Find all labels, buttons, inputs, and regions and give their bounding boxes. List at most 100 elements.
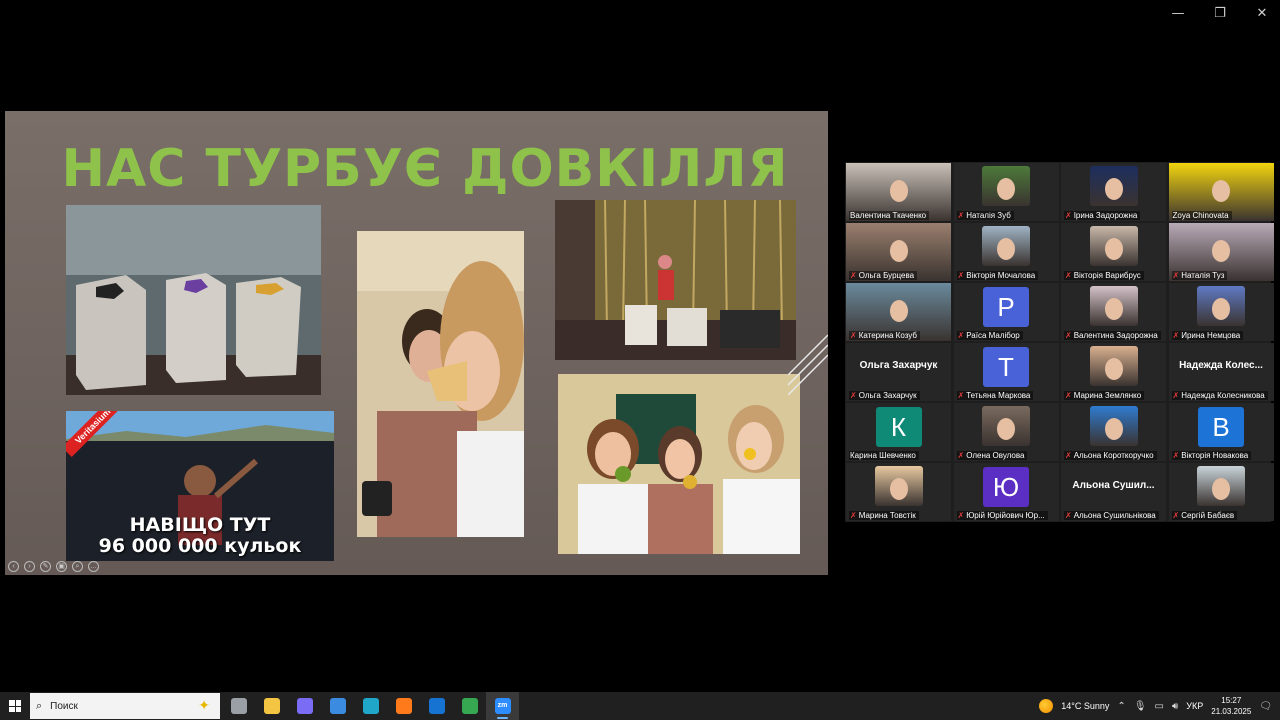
participant-name: Вікторія Новакова <box>1181 451 1249 460</box>
face-shape <box>997 418 1015 440</box>
veritasium-video-thumbnail[interactable]: Veritasium НАВІЩО ТУТ 96 000 000 кульок <box>66 411 334 561</box>
participant-gallery: Валентина Ткаченко ✗ Наталія Зуб ✗ Ірина Зад… <box>845 162 1274 522</box>
taskbar-store-button[interactable] <box>321 692 354 720</box>
chevron-up-icon[interactable]: ⌃ <box>1117 701 1125 712</box>
muted-mic-icon: ✗ <box>957 331 965 340</box>
participant-tile[interactable]: ✗ Альона Короткоручко <box>1061 403 1166 461</box>
avatar-letter: В <box>1198 407 1244 447</box>
participant-photo <box>874 466 923 506</box>
face-shape <box>1104 238 1123 260</box>
participant-tile[interactable]: Р ✗ Раїса Малібор <box>953 283 1059 341</box>
taskbar-file-explorer-button[interactable] <box>255 692 288 720</box>
participant-name-label: ✗ Катерина Козуб <box>849 331 920 340</box>
muted-mic-icon: ✗ <box>957 271 965 280</box>
next-slide-icon[interactable]: › <box>24 561 35 572</box>
taskbar-chrome-button[interactable] <box>453 692 486 720</box>
decorative-lines <box>788 334 828 395</box>
participant-photo <box>982 226 1030 266</box>
participant-photo <box>1089 346 1138 386</box>
notifications-icon[interactable]: 🗨︎ <box>1259 701 1272 712</box>
face-shape <box>889 300 908 323</box>
shared-slide: НАС ТУРБУЄ ДОВКІЛЛЯ Veritasium НАВІЩО ТУ… <box>5 111 828 575</box>
zoom-icon[interactable]: ⌕ <box>72 561 83 572</box>
participant-photo <box>1197 286 1245 326</box>
participant-name: Тетьяна Маркова <box>966 391 1031 400</box>
volume-icon[interactable]: 🔊︎ <box>1172 701 1178 712</box>
students-drinking-photo <box>357 231 524 537</box>
taskbar-search[interactable]: ⌕ Поиск ✦ <box>30 693 220 719</box>
participant-tile[interactable]: ✗ Наталія Туз <box>1168 223 1274 281</box>
participant-tile[interactable]: ✗ Марина Землянко <box>1061 343 1166 401</box>
minimize-button[interactable]: — <box>1168 6 1188 21</box>
see-all-slides-icon[interactable]: ▣ <box>56 561 67 572</box>
participant-name-label: ✗ Альона Короткоручко <box>1064 451 1157 460</box>
clock[interactable]: 15:27 21.03.2025 <box>1211 695 1251 717</box>
participant-tile[interactable]: Валентина Ткаченко <box>846 163 951 221</box>
participant-tile[interactable]: Альона Сушил... ✗ Альона Сушильнікова <box>1061 463 1166 521</box>
participant-tile[interactable]: ✗ Ирина Немцова <box>1168 283 1274 341</box>
participant-display-name: Альона Сушил... <box>1072 480 1155 491</box>
participant-tile[interactable]: Ю ✗ Юрій Юрійович Юр... <box>953 463 1059 521</box>
participant-tile[interactable]: К Карина Шевченко <box>846 403 951 461</box>
participant-tile[interactable]: В ✗ Вікторія Новакова <box>1168 403 1274 461</box>
close-button[interactable]: ✕ <box>1252 6 1272 21</box>
language-indicator[interactable]: УКР <box>1186 701 1203 711</box>
firefox-icon <box>395 698 412 714</box>
restore-button[interactable]: ❐ <box>1210 6 1230 21</box>
participant-name-label: ✗ Наталія Зуб <box>956 211 1014 220</box>
participant-tile[interactable]: Zoya Chinovata <box>1168 163 1274 221</box>
participant-tile[interactable]: ✗ Сергій Бабаєв <box>1168 463 1274 521</box>
participant-tile[interactable]: ✗ Марина Товстік <box>846 463 951 521</box>
prev-slide-icon[interactable]: ‹ <box>8 561 19 572</box>
more-options-icon[interactable]: … <box>88 561 99 572</box>
outlook-icon <box>428 698 445 714</box>
participant-tile[interactable]: ✗ Вікторія Мочалова <box>953 223 1059 281</box>
avatar-letter: Т <box>983 347 1029 387</box>
participant-name-label: ✗ Раїса Малібор <box>956 331 1023 340</box>
muted-mic-icon: ✗ <box>1065 271 1072 280</box>
taskbar-task-view-button[interactable] <box>222 692 255 720</box>
start-button[interactable] <box>0 692 30 720</box>
participant-name-label: ✗ Ольга Бурцева <box>849 271 918 280</box>
participant-name-label: ✗ Марина Землянко <box>1064 391 1145 400</box>
avatar-letter: Р <box>983 287 1029 327</box>
weather-text[interactable]: 14°C Sunny <box>1061 701 1109 711</box>
participant-tile[interactable]: ✗ Ольга Бурцева <box>846 223 951 281</box>
participant-tile[interactable]: Надежда Колес... ✗ Надежда Колесникова <box>1168 343 1274 401</box>
taskbar-firefox-button[interactable] <box>387 692 420 720</box>
participant-name: Ирина Немцова <box>1181 331 1241 340</box>
face-shape <box>1212 240 1230 263</box>
taskbar-copilot-button[interactable] <box>288 692 321 720</box>
participant-photo <box>982 166 1030 206</box>
participant-name: Катерина Козуб <box>858 331 917 340</box>
participant-tile[interactable]: Ольга Захарчук ✗ Ольга Захарчук <box>846 343 951 401</box>
muted-mic-icon: ✗ <box>957 511 965 520</box>
participant-tile[interactable]: ✗ Олена Овулова <box>953 403 1059 461</box>
taskbar-outlook-button[interactable] <box>420 692 453 720</box>
face-shape <box>1212 298 1230 320</box>
participant-tile[interactable]: ✗ Наталія Зуб <box>953 163 1059 221</box>
muted-mic-icon: ✗ <box>1172 451 1180 460</box>
face-shape <box>1104 358 1123 380</box>
participant-photo <box>1089 286 1138 326</box>
muted-mic-icon: ✗ <box>1065 451 1072 460</box>
participant-photo <box>1089 406 1138 446</box>
pen-icon[interactable]: ✎ <box>40 561 51 572</box>
participant-name: Олена Овулова <box>966 451 1025 460</box>
taskbar-zoom-button[interactable]: zm <box>486 692 519 720</box>
participant-tile[interactable]: ✗ Вікторія Варибрус <box>1061 223 1166 281</box>
participant-name: Наталія Зуб <box>966 211 1011 220</box>
face-shape <box>1104 298 1123 320</box>
participant-tile[interactable]: ✗ Катерина Козуб <box>846 283 951 341</box>
participant-tile[interactable]: ✗ Валентина Задорожна <box>1061 283 1166 341</box>
participant-tile[interactable]: ✗ Ірина Задорожна <box>1061 163 1166 221</box>
clock-date: 21.03.2025 <box>1211 707 1252 716</box>
taskbar-edge-button[interactable] <box>354 692 387 720</box>
participant-tile[interactable]: Т ✗ Тетьяна Маркова <box>953 343 1059 401</box>
participant-name-label: ✗ Сергій Бабаєв <box>1171 511 1238 520</box>
microphone-icon[interactable]: 🎙︎ <box>1134 701 1147 712</box>
network-icon[interactable]: ▭ <box>1155 701 1164 712</box>
file-explorer-icon <box>263 698 280 714</box>
video-caption-line1: НАВІЩО ТУТ <box>129 514 271 536</box>
participant-name-label: ✗ Вікторія Мочалова <box>956 271 1039 280</box>
